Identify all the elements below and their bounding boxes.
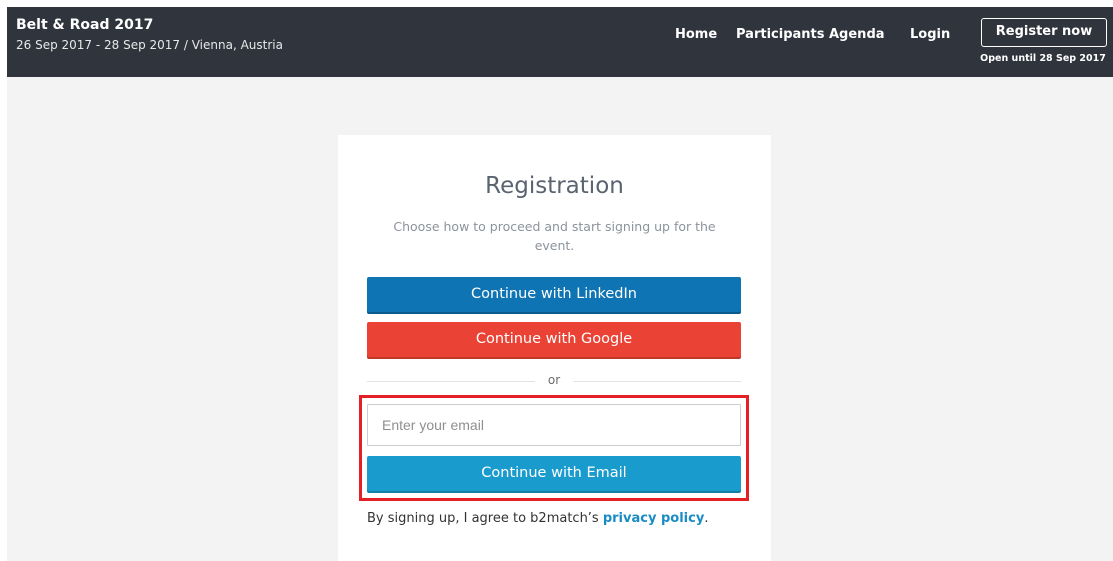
policy-suffix-text: . xyxy=(704,511,709,526)
divider-label: or xyxy=(547,373,561,387)
privacy-policy-link[interactable]: privacy policy xyxy=(603,511,704,526)
continue-with-linkedin-button[interactable]: Continue with LinkedIn xyxy=(367,277,741,312)
page-viewport: Belt & Road 2017 26 Sep 2017 - 28 Sep 20… xyxy=(7,7,1113,561)
policy-prefix-text: By signing up, I agree to b2match’s xyxy=(367,511,603,526)
divider-line-right xyxy=(573,381,741,382)
privacy-policy-notice: By signing up, I agree to b2match’s priv… xyxy=(367,511,767,526)
continue-with-google-button[interactable]: Continue with Google xyxy=(367,322,741,357)
registration-description: Choose how to proceed and start signing … xyxy=(393,219,716,253)
nav-home-link[interactable]: Home xyxy=(675,27,717,42)
top-navigation-bar: Belt & Road 2017 26 Sep 2017 - 28 Sep 20… xyxy=(7,7,1113,77)
registration-title: Registration xyxy=(485,173,624,199)
nav-agenda-link[interactable]: Agenda xyxy=(829,27,885,42)
event-date-location: 26 Sep 2017 - 28 Sep 2017 / Vienna, Aust… xyxy=(16,38,283,52)
register-now-button[interactable]: Register now xyxy=(981,18,1107,47)
or-divider: or xyxy=(367,373,741,389)
registration-deadline-note: Open until 28 Sep 2017 xyxy=(980,53,1106,64)
nav-login-link[interactable]: Login xyxy=(910,27,950,42)
event-title: Belt & Road 2017 xyxy=(16,17,154,33)
continue-with-email-button[interactable]: Continue with Email xyxy=(367,456,741,491)
registration-card: Registration Choose how to proceed and s… xyxy=(338,135,771,561)
nav-participants-link[interactable]: Participants xyxy=(736,27,824,42)
email-input[interactable] xyxy=(367,404,741,446)
